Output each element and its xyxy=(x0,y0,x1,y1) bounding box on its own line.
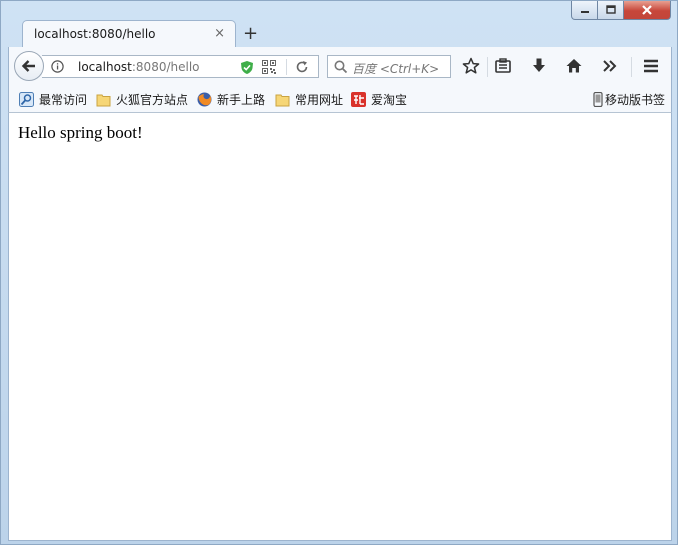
search-icon xyxy=(334,60,348,74)
browser-window: localhost:8080/hello × + localhost:8080/… xyxy=(0,0,678,545)
toolbar-separator xyxy=(631,57,632,77)
bookmarks-toolbar: 最常访问 火狐官方站点 新手上路 常用网址 爱淘宝 移动版书签 xyxy=(8,87,672,113)
qr-code-icon[interactable] xyxy=(262,60,276,74)
url-bar[interactable]: localhost:8080/hello xyxy=(42,55,319,78)
maximize-icon xyxy=(605,5,616,14)
tab-close-icon[interactable]: × xyxy=(214,26,225,41)
download-icon[interactable] xyxy=(530,57,548,75)
close-icon xyxy=(642,4,652,15)
tab-title: localhost:8080/hello xyxy=(34,27,156,41)
bookmark-label: 爱淘宝 xyxy=(371,93,408,107)
url-bar-separator xyxy=(286,59,287,75)
page-content: Hello spring boot! xyxy=(8,113,672,541)
reading-list-icon[interactable] xyxy=(494,57,512,75)
folder-icon xyxy=(96,94,111,107)
url-path: :8080/hello xyxy=(131,60,200,74)
star-icon[interactable] xyxy=(462,57,480,75)
mobile-bookmarks-label: 移动版书签 xyxy=(605,93,666,107)
bookmark-label: 新手上路 xyxy=(217,93,266,107)
bookmark-common-sites[interactable]: 常用网址 xyxy=(275,91,343,108)
tab-localhost-hello[interactable]: localhost:8080/hello × xyxy=(22,20,236,48)
home-icon[interactable] xyxy=(565,57,583,75)
bookmark-label: 火狐官方站点 xyxy=(116,93,189,107)
firefox-icon xyxy=(197,92,212,107)
bookmark-getting-started[interactable]: 新手上路 xyxy=(197,91,265,108)
search-placeholder: 百度 <Ctrl+K> xyxy=(352,62,440,76)
info-icon[interactable] xyxy=(51,60,64,73)
navigation-toolbar: localhost:8080/hello 百度 <Ctrl+K> xyxy=(8,47,672,87)
bookmark-most-visited[interactable]: 最常访问 xyxy=(19,91,87,108)
maximize-button[interactable] xyxy=(598,1,624,20)
back-icon xyxy=(21,60,35,72)
overflow-icon[interactable] xyxy=(602,57,618,75)
bookmark-label: 常用网址 xyxy=(295,93,344,107)
url-host: localhost xyxy=(78,60,132,74)
close-window-button[interactable] xyxy=(624,1,671,20)
new-tab-button[interactable]: + xyxy=(243,23,258,44)
menu-icon[interactable] xyxy=(642,57,660,75)
bookmark-label: 最常访问 xyxy=(39,93,88,107)
mobile-bookmarks[interactable]: 移动版书签 xyxy=(593,91,665,108)
minimize-icon xyxy=(580,11,589,13)
folder-icon xyxy=(275,94,290,107)
most-visited-icon xyxy=(19,92,34,107)
bookmark-taobao[interactable]: 爱淘宝 xyxy=(351,91,407,108)
taobao-icon xyxy=(351,92,366,107)
minimize-button[interactable] xyxy=(571,1,598,20)
page-text: Hello spring boot! xyxy=(18,123,143,142)
bookmark-firefox-official[interactable]: 火狐官方站点 xyxy=(96,91,188,108)
search-bar[interactable]: 百度 <Ctrl+K> xyxy=(327,55,451,78)
url-text[interactable]: localhost:8080/hello xyxy=(78,60,200,74)
shield-icon[interactable] xyxy=(240,60,254,75)
mobile-icon xyxy=(593,92,603,107)
back-button[interactable] xyxy=(14,51,44,81)
window-controls xyxy=(571,1,671,22)
toolbar-separator xyxy=(487,57,488,77)
reload-icon[interactable] xyxy=(295,60,309,74)
